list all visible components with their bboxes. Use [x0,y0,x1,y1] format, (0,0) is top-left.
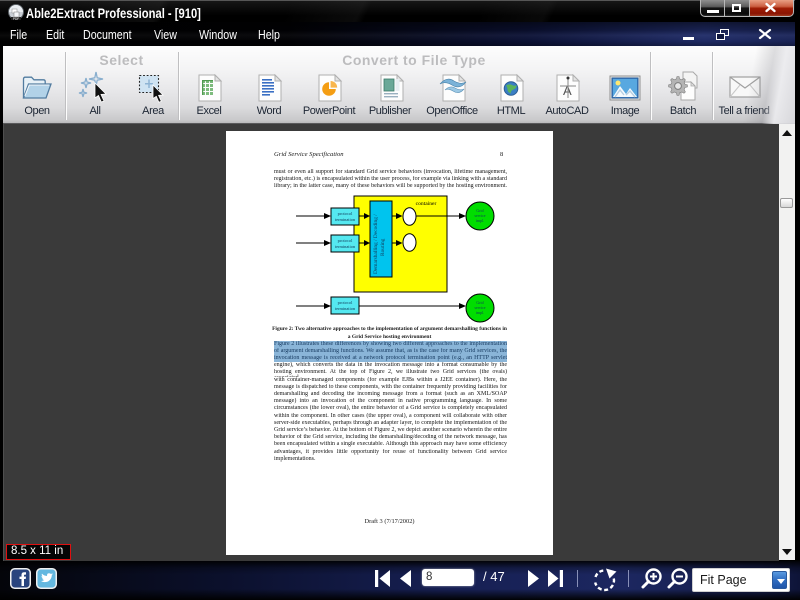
svg-text:termination: termination [335,306,356,311]
svg-text:impl.: impl. [476,219,484,223]
svg-text:service: service [474,306,485,310]
svg-text:Grid: Grid [476,301,483,305]
svg-text:protocol: protocol [338,211,353,216]
svg-text:termination: termination [335,244,356,249]
svg-text:service: service [474,214,485,218]
svg-text:impl.: impl. [476,311,484,315]
svg-text:Demarshalling / Decoding /: Demarshalling / Decoding / [373,214,379,274]
svg-text:termination: termination [335,217,356,222]
svg-text:container: container [416,201,437,207]
svg-text:Routing: Routing [380,238,386,256]
svg-text:protocol: protocol [338,238,353,243]
svg-text:Grid: Grid [476,209,483,213]
svg-text:protocol: protocol [338,300,353,305]
svg-text:PDF: PDF [13,17,19,21]
